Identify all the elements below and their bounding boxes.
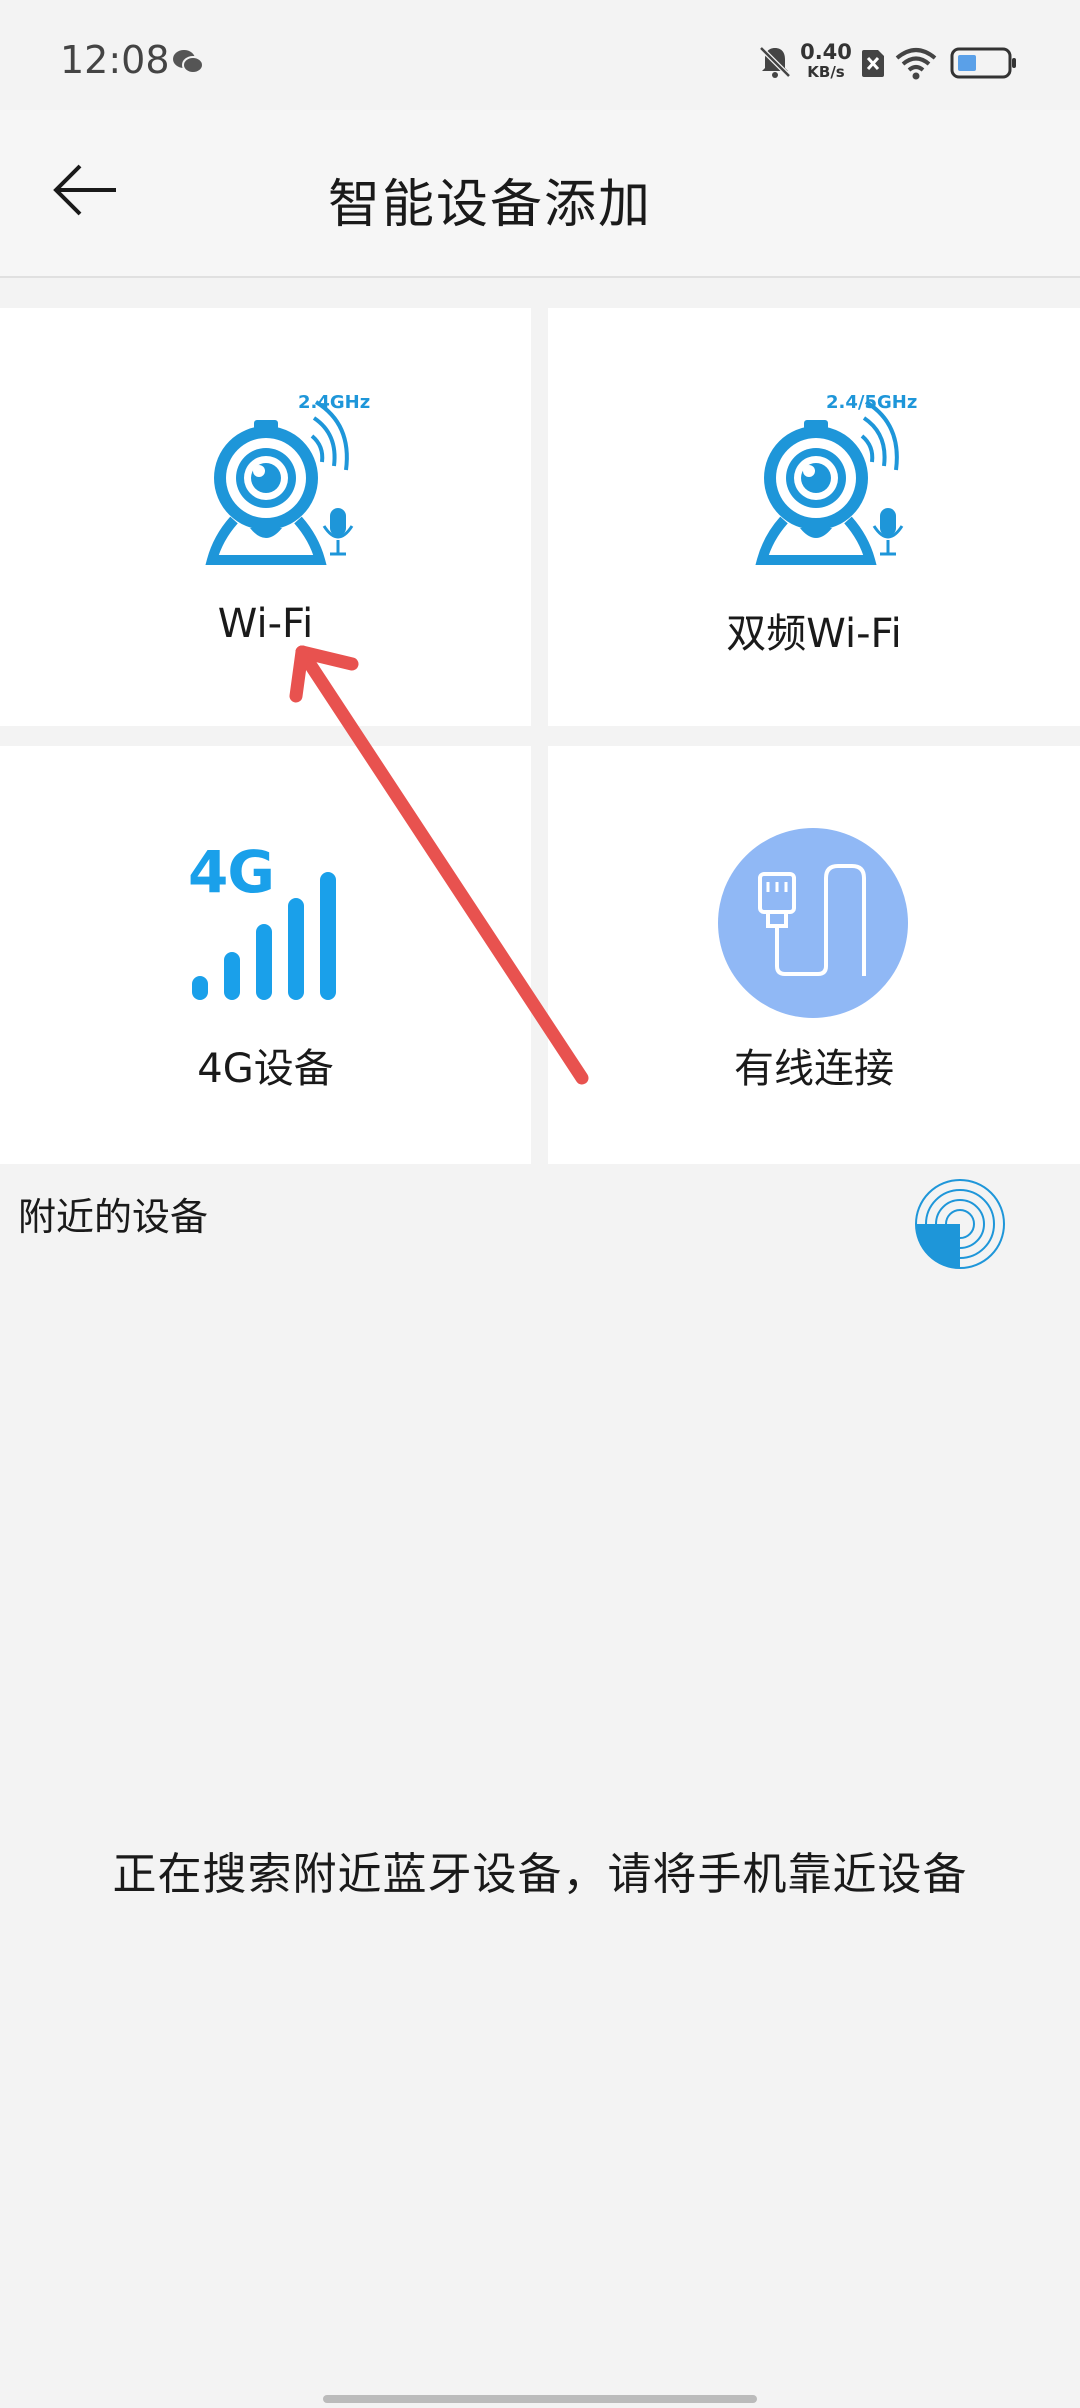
speed-value: 0.40: [800, 40, 852, 64]
radar-scan-icon: [915, 1179, 1005, 1269]
home-indicator[interactable]: [323, 2395, 757, 2403]
tile-wifi[interactable]: 2.4GHz Wi-Fi: [0, 308, 531, 726]
speed-unit: KB/s: [807, 63, 845, 81]
nearby-devices-label: 附近的设备: [18, 1195, 209, 1239]
band-badge: 2.4/5GHz: [826, 392, 918, 413]
wechat-icon: [173, 50, 204, 74]
tile-label-dual-band-wifi: 双频Wi-Fi: [726, 611, 902, 657]
tile-4g-device[interactable]: 4G 4G设备: [0, 746, 531, 1164]
status-time: 12:08: [60, 38, 170, 82]
network-speed: 0.40 KB/s: [800, 42, 852, 82]
wifi-icon: [895, 48, 937, 80]
signal-4g-icon: [192, 872, 336, 1000]
webcam-wifi-icon: [205, 400, 354, 565]
battery-icon: [950, 47, 1016, 79]
band-badge: 2.4GHz: [298, 392, 371, 413]
sim-off-icon: [862, 50, 884, 77]
tile-wired-connection[interactable]: 有线连接: [548, 746, 1080, 1164]
page-title: 智能设备添加: [327, 175, 652, 235]
mute-bell-icon: [759, 46, 791, 78]
tile-label-wifi: Wi-Fi: [217, 601, 314, 647]
tile-label-4g-device: 4G设备: [197, 1046, 334, 1092]
tile-dual-band-wifi[interactable]: 2.4/5GHz 双频Wi-Fi: [548, 308, 1080, 726]
tile-label-wired-connection: 有线连接: [734, 1046, 894, 1092]
ethernet-cable-icon: [718, 828, 908, 1018]
searching-message: 正在搜索附近蓝牙设备，请将手机靠近设备: [112, 1849, 968, 1900]
webcam-wifi-icon: [755, 400, 904, 565]
